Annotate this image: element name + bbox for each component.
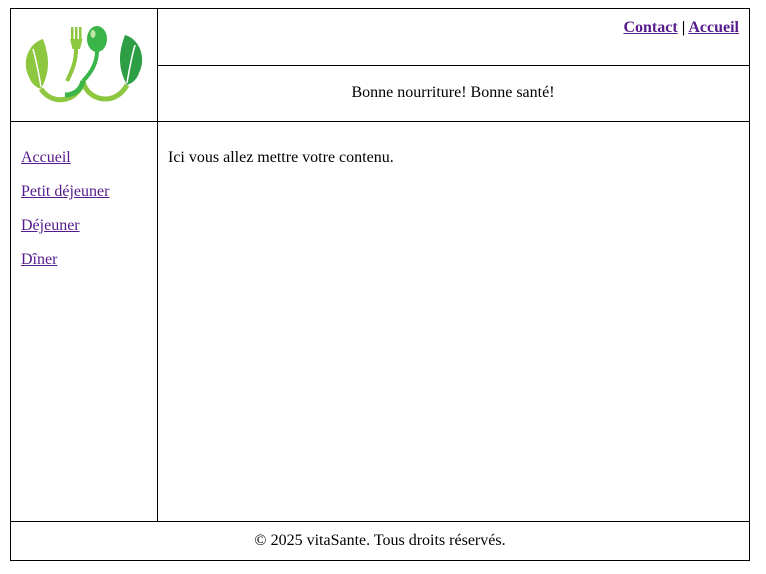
leaf-fork-spoon-logo-icon: [25, 26, 143, 103]
nav-link-accueil[interactable]: Accueil: [688, 19, 739, 36]
sidebar-item-diner[interactable]: Dîner: [21, 251, 57, 268]
slogan-text: Bonne nourriture! Bonne santé!: [351, 84, 555, 101]
logo-cell: [11, 9, 158, 122]
footer-text: © 2025 vitaSante. Tous droits réservés.: [254, 532, 506, 549]
top-nav-cell: Contact | Accueil: [157, 9, 749, 66]
top-nav: Contact | Accueil: [623, 19, 739, 37]
main-content: Ici vous allez mettre votre contenu.: [157, 121, 749, 522]
sidebar-item: Accueil: [21, 149, 109, 183]
page-frame: Contact | Accueil Bonne nourriture! Bonn…: [10, 8, 750, 561]
sidebar-menu: Accueil Petit déjeuner Déjeuner Dîner: [21, 149, 109, 285]
nav-separator: |: [681, 19, 686, 36]
sidebar-item: Déjeuner: [21, 217, 109, 251]
footer: © 2025 vitaSante. Tous droits réservés.: [11, 521, 749, 560]
sidebar: Accueil Petit déjeuner Déjeuner Dîner: [11, 121, 158, 522]
slogan-cell: Bonne nourriture! Bonne santé!: [157, 65, 749, 122]
nav-link-contact[interactable]: Contact: [623, 19, 677, 36]
sidebar-item-dejeuner[interactable]: Déjeuner: [21, 217, 80, 234]
sidebar-item: Dîner: [21, 251, 109, 285]
sidebar-item: Petit déjeuner: [21, 183, 109, 217]
sidebar-item-petit-dejeuner[interactable]: Petit déjeuner: [21, 183, 109, 200]
sidebar-item-accueil[interactable]: Accueil: [21, 149, 71, 166]
content-text: Ici vous allez mettre votre contenu.: [168, 149, 394, 166]
